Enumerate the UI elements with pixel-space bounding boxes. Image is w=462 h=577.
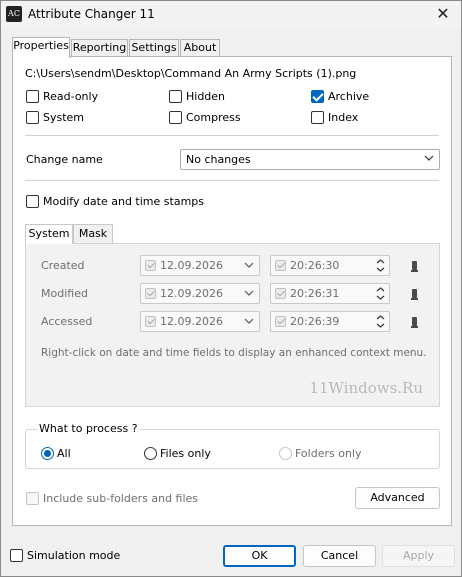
tab-about[interactable]: About [180, 39, 220, 57]
tab-label: Properties [13, 39, 69, 52]
modified-date-field[interactable]: 12.09.2026 [140, 283, 260, 304]
date-time-panel: Created 12.09.2026 20:26:30 Modified 12.… [25, 243, 440, 407]
index-label[interactable]: Index [328, 111, 358, 124]
accessed-date-checkbox[interactable] [145, 316, 156, 327]
simulation-mode-checkbox[interactable] [10, 549, 23, 562]
modified-date-checkbox[interactable] [145, 288, 156, 299]
subtab-mask[interactable]: Mask [73, 224, 113, 243]
archive-label[interactable]: Archive [328, 90, 369, 103]
chevron-down-icon [244, 318, 254, 324]
spinner-icon[interactable] [376, 286, 385, 301]
app-icon: AC [6, 6, 22, 22]
pin-icon[interactable] [411, 289, 418, 300]
tab-reporting[interactable]: Reporting [71, 39, 128, 57]
watermark: 11Windows.Ru [309, 379, 423, 397]
archive-checkbox[interactable] [311, 90, 324, 103]
modify-dates-label[interactable]: Modify date and time stamps [43, 195, 204, 208]
ok-button[interactable]: OK [223, 545, 296, 567]
tab-label: Reporting [72, 41, 127, 54]
created-time-value: 20:26:30 [290, 259, 340, 272]
tab-label: Settings [131, 41, 177, 54]
index-checkbox[interactable] [311, 111, 324, 124]
subtab-label: Mask [78, 227, 108, 240]
created-label: Created [41, 259, 85, 272]
pin-icon[interactable] [411, 261, 418, 272]
separator [25, 180, 439, 181]
process-all-radio[interactable] [41, 447, 54, 460]
process-all-label[interactable]: All [57, 447, 71, 460]
advanced-button[interactable]: Advanced [355, 487, 440, 509]
chevron-down-icon [244, 262, 254, 268]
close-icon[interactable]: ✕ [433, 4, 453, 24]
separator [25, 135, 439, 136]
modified-time-value: 20:26:31 [290, 287, 340, 300]
cancel-button[interactable]: Cancel [303, 545, 376, 567]
accessed-time-checkbox[interactable] [275, 316, 286, 327]
modified-time-checkbox[interactable] [275, 288, 286, 299]
accessed-date-value: 12.09.2026 [160, 315, 223, 328]
attribute-changer-window: AC Attribute Changer 11 ✕ Properties Rep… [0, 0, 462, 577]
readonly-label[interactable]: Read-only [43, 90, 98, 103]
created-time-checkbox[interactable] [275, 260, 286, 271]
include-subfolders-label[interactable]: Include sub-folders and files [43, 492, 198, 505]
created-date-checkbox[interactable] [145, 260, 156, 271]
compress-checkbox[interactable] [169, 111, 182, 124]
what-to-process-title: What to process ? [37, 422, 140, 435]
accessed-date-field[interactable]: 12.09.2026 [140, 311, 260, 332]
simulation-mode-label[interactable]: Simulation mode [27, 549, 120, 562]
spinner-icon[interactable] [376, 314, 385, 329]
context-menu-hint: Right-click on date and time fields to d… [41, 347, 427, 359]
subtab-system[interactable]: System [25, 224, 73, 244]
accessed-time-value: 20:26:39 [290, 315, 340, 328]
hidden-label[interactable]: Hidden [186, 90, 225, 103]
system-label[interactable]: System [43, 111, 84, 124]
compress-label[interactable]: Compress [186, 111, 241, 124]
system-checkbox[interactable] [26, 111, 39, 124]
hidden-checkbox[interactable] [169, 90, 182, 103]
tab-properties[interactable]: Properties [12, 37, 70, 58]
include-subfolders-checkbox[interactable] [26, 492, 39, 505]
created-date-field[interactable]: 12.09.2026 [140, 255, 260, 276]
accessed-label: Accessed [41, 315, 93, 328]
modify-dates-checkbox[interactable] [26, 195, 39, 208]
apply-button[interactable]: Apply [382, 545, 455, 567]
modified-time-field[interactable]: 20:26:31 [270, 283, 390, 304]
process-folders-label[interactable]: Folders only [295, 447, 362, 460]
pin-icon[interactable] [411, 317, 418, 328]
file-path: C:\Users\sendm\Desktop\Command An Army S… [25, 67, 357, 80]
modified-label: Modified [41, 287, 88, 300]
change-name-value: No changes [186, 153, 251, 166]
chevron-down-icon [424, 155, 434, 161]
title-bar: AC Attribute Changer 11 ✕ [1, 1, 461, 29]
tab-label: About [183, 41, 217, 54]
window-title: Attribute Changer 11 [28, 7, 155, 21]
what-to-process-group [25, 429, 440, 469]
change-name-label: Change name [26, 153, 103, 166]
subtab-label: System [28, 227, 70, 240]
chevron-down-icon [244, 290, 254, 296]
readonly-checkbox[interactable] [26, 90, 39, 103]
process-files-label[interactable]: Files only [160, 447, 211, 460]
accessed-time-field[interactable]: 20:26:39 [270, 311, 390, 332]
spinner-icon[interactable] [376, 258, 385, 273]
created-date-value: 12.09.2026 [160, 259, 223, 272]
properties-panel: C:\Users\sendm\Desktop\Command An Army S… [12, 56, 452, 526]
created-time-field[interactable]: 20:26:30 [270, 255, 390, 276]
tab-settings[interactable]: Settings [129, 39, 179, 57]
change-name-dropdown[interactable]: No changes [180, 149, 440, 170]
process-folders-radio[interactable] [279, 447, 292, 460]
modified-date-value: 12.09.2026 [160, 287, 223, 300]
process-files-radio[interactable] [144, 447, 157, 460]
